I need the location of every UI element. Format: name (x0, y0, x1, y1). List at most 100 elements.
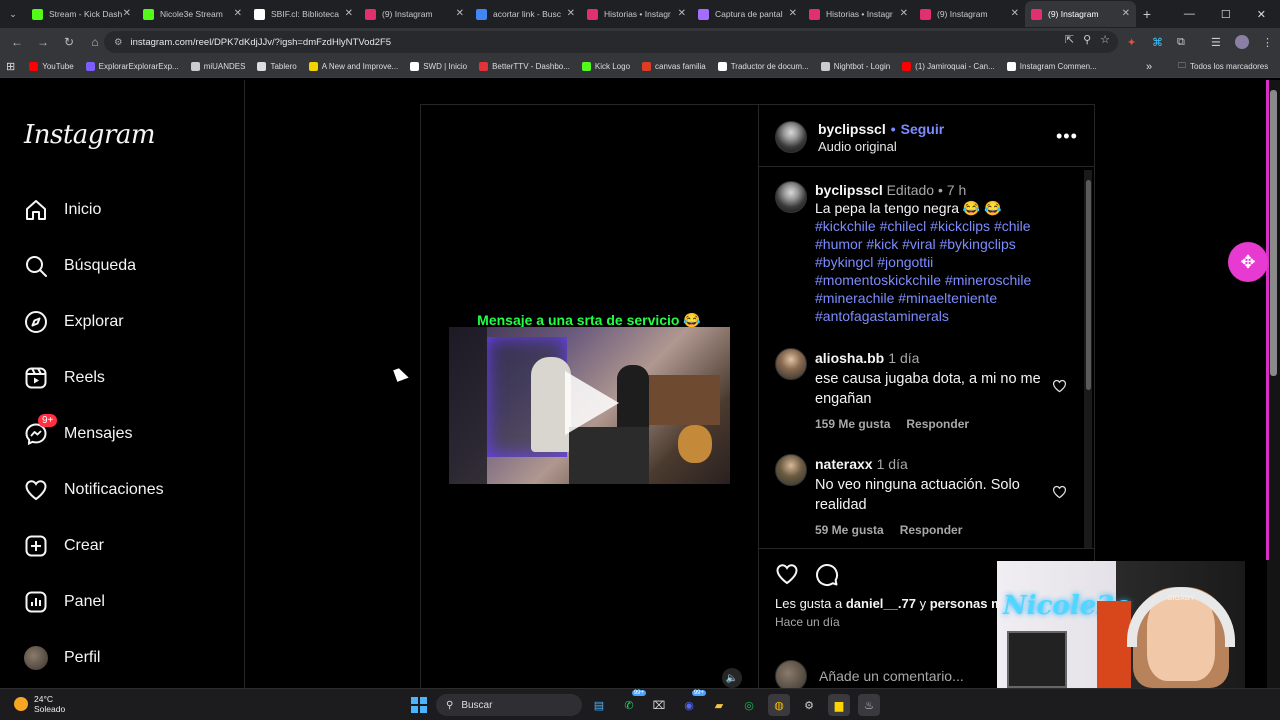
profile-avatar-icon[interactable] (1235, 35, 1249, 49)
floating-extension-icon[interactable]: ✥ (1228, 242, 1268, 282)
url-text[interactable]: instagram.com/reel/DPK7dKdjJJv/?igsh=dmF… (131, 37, 392, 48)
start-button[interactable] (411, 697, 427, 713)
sidebar-item-explorar[interactable]: Explorar (24, 306, 124, 338)
extensions-puzzle-icon[interactable]: ⧉ (1177, 36, 1185, 49)
bookmark-item[interactable]: BetterTTV - Dashbo... (479, 62, 570, 71)
all-bookmarks-folder[interactable]: 🗀 Todos los marcadores (1178, 60, 1268, 74)
apps-grid-icon[interactable]: ⊞ (6, 60, 15, 73)
address-bar[interactable]: ⚙ instagram.com/reel/DPK7dKdjJJv/?igsh=d… (104, 31, 1118, 53)
commenter-avatar[interactable] (775, 348, 807, 380)
bookmark-item[interactable]: canvas familia (642, 62, 706, 71)
sidebar-item-inicio[interactable]: Inicio (24, 194, 101, 226)
minimize-icon[interactable]: — (1184, 8, 1195, 21)
audio-label[interactable]: Audio original (818, 139, 897, 154)
sidebar-item-busqueda[interactable]: Búsqueda (24, 250, 136, 282)
browser-tab[interactable]: SBIF.cl: Biblioteca ✕ (248, 1, 359, 27)
bookmark-star-icon[interactable]: ☆ (1100, 33, 1110, 46)
close-window-icon[interactable]: ✕ (1257, 8, 1266, 21)
author-avatar[interactable] (775, 121, 807, 153)
browser-tab[interactable]: Nicole3e Stream ✕ (137, 1, 248, 27)
bookmark-item[interactable]: miUANDES (190, 62, 245, 71)
spotify-icon[interactable]: ◎ (738, 694, 760, 716)
page-scroll-thumb[interactable] (1270, 90, 1277, 376)
caption-avatar[interactable] (775, 181, 807, 213)
video-frame[interactable] (449, 327, 730, 484)
tab-search-button[interactable]: ⌄ (0, 1, 26, 27)
whatsapp-icon[interactable]: ✆ 99+ (618, 690, 646, 716)
reading-list-icon[interactable]: ☰ (1211, 36, 1221, 49)
tab-close-icon[interactable]: ✕ (456, 8, 464, 19)
back-icon[interactable]: ← (10, 35, 24, 49)
sidebar-item-crear[interactable]: Crear (24, 530, 104, 562)
settings-gear-icon[interactable]: ⚙ (798, 694, 820, 716)
caption-username[interactable]: byclipsscl (815, 182, 883, 198)
tab-close-icon[interactable]: ✕ (1122, 8, 1130, 19)
likes-user[interactable]: daniel__.77 (846, 596, 916, 611)
extension-icon[interactable]: ✦ (1127, 36, 1136, 49)
zoom-icon[interactable]: ⚲ (1083, 33, 1091, 46)
comment-like-icon[interactable] (1052, 485, 1067, 502)
comment-likes[interactable]: 59 Me gusta (815, 520, 884, 540)
caption-hashtags[interactable]: #kickchile #chilecl #kickclips #chile #h… (815, 217, 1045, 325)
bookmark-item[interactable]: Nightbot - Login (820, 62, 890, 71)
bookmarks-overflow[interactable]: » (1146, 61, 1152, 73)
menu-dots-icon[interactable]: ⋮ (1262, 36, 1273, 49)
tab-close-icon[interactable]: ✕ (900, 8, 908, 19)
follow-button[interactable]: Seguir (901, 121, 945, 137)
browser-tab[interactable]: Historias • Instagr ✕ (803, 1, 914, 27)
sidebar-item-reels[interactable]: Reels (24, 362, 105, 394)
sidebar-item-mensajes[interactable]: 9+ Mensajes (24, 414, 132, 450)
comment-reply-button[interactable]: Responder (906, 414, 969, 434)
install-app-icon[interactable]: ⇱ (1065, 33, 1074, 46)
bookmark-item[interactable]: Tablero (257, 62, 297, 71)
instagram-logo[interactable]: Instagram (24, 120, 156, 150)
tab-close-icon[interactable]: ✕ (1011, 8, 1019, 19)
author-username[interactable]: byclipsscl (818, 121, 886, 137)
capture-app-icon[interactable]: ⌧ (648, 694, 670, 716)
site-info-icon[interactable]: ⚙ (114, 37, 123, 48)
home-page-icon[interactable]: ⌂ (88, 35, 102, 49)
bookmark-item[interactable]: ExplorarExplorarExp... (85, 62, 179, 71)
browser-tab[interactable]: (9) Instagram ✕ (1025, 1, 1136, 27)
commenter-avatar[interactable] (775, 454, 807, 486)
tab-close-icon[interactable]: ✕ (678, 8, 686, 19)
bookmark-item[interactable]: Instagram Commen... (1006, 62, 1097, 71)
bookmark-item[interactable]: A New and Improve... (308, 62, 398, 71)
notes-app-icon[interactable]: ▤ (588, 694, 610, 716)
sidebar-item-notificaciones[interactable]: Notificaciones (24, 474, 164, 506)
comment-username[interactable]: aliosha.bb (815, 350, 884, 366)
browser-tab[interactable]: Stream - Kick Dash ✕ (26, 1, 137, 27)
tab-close-icon[interactable]: ✕ (345, 8, 353, 19)
bookmark-item[interactable]: Traductor de docum... (717, 62, 809, 71)
reload-icon[interactable]: ↻ (62, 35, 76, 49)
likes-others[interactable]: personas m (930, 596, 1003, 611)
steam-icon[interactable]: ♨ (858, 694, 880, 716)
bookmark-item[interactable]: SWD | Inicio (410, 62, 467, 71)
browser-tab[interactable]: (9) Instagram ✕ (914, 1, 1025, 27)
comment-like-icon[interactable] (1052, 379, 1067, 396)
sticky-notes-icon[interactable]: ▆ (828, 694, 850, 716)
play-icon[interactable] (565, 371, 619, 435)
browser-tab[interactable]: Captura de pantal ✕ (692, 1, 803, 27)
sidebar-item-perfil[interactable]: Perfil (24, 642, 100, 674)
chrome-icon[interactable]: ◍ (768, 694, 790, 716)
comment-reply-button[interactable]: Responder (900, 520, 963, 540)
file-explorer-icon[interactable]: ▰ (708, 694, 730, 716)
add-comment-input[interactable]: Añade un comentario... (819, 668, 964, 684)
comment-icon[interactable] (815, 563, 839, 592)
mute-button[interactable]: 🔈 (722, 668, 742, 688)
bookmark-item[interactable]: Kick Logo (581, 62, 630, 71)
tab-close-icon[interactable]: ✕ (567, 8, 575, 19)
taskbar-search[interactable]: ⚲ Buscar (436, 694, 582, 716)
browser-tab[interactable]: acortar link - Busc ✕ (470, 1, 581, 27)
comments-scroll-thumb[interactable] (1086, 180, 1091, 390)
bookmark-item[interactable]: YouTube (29, 62, 74, 71)
tab-close-icon[interactable]: ✕ (234, 8, 242, 19)
more-options-icon[interactable]: ••• (1056, 126, 1078, 147)
new-tab-button[interactable]: + (1136, 6, 1158, 22)
weather-widget[interactable]: 24°C Soleado (14, 694, 65, 714)
extension-icon[interactable]: ⌘ (1152, 36, 1163, 49)
comment-likes[interactable]: 159 Me gusta (815, 414, 890, 434)
bookmark-item[interactable]: (1) Jamiroquai - Can... (902, 62, 995, 71)
browser-tab[interactable]: Historias • Instagr ✕ (581, 1, 692, 27)
